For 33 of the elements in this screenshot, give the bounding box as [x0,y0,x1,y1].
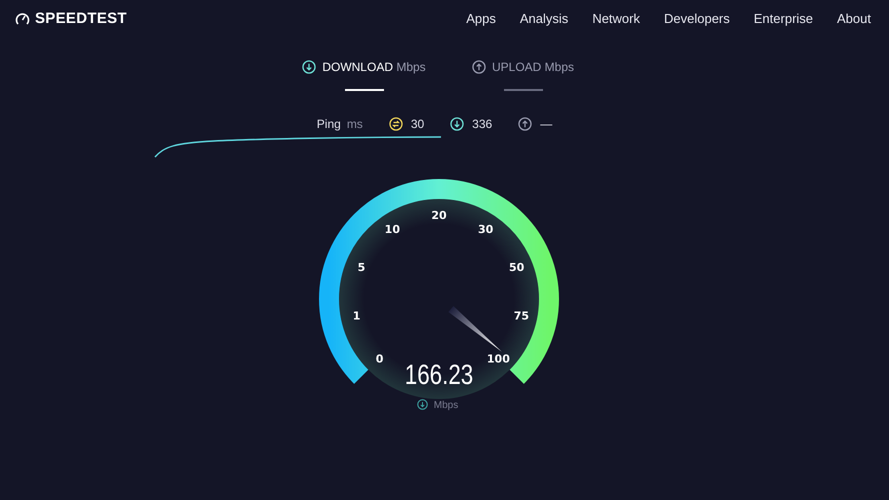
gauge-icon [15,12,30,24]
gauge-needle [448,306,502,352]
speed-unit: Mbps [433,400,458,411]
gauge-tick-label: 50 [508,260,524,274]
ping-unit: ms [346,117,363,131]
ping-label: Ping [316,117,341,131]
stat-value: — [540,117,552,131]
upload-icon [518,117,532,131]
nav-link[interactable]: Enterprise [754,10,814,26]
speed-value: 166.23 [404,360,473,391]
nav-link[interactable]: Network [592,10,640,26]
logo-text: SPEEDTEST [35,10,127,26]
nav-link[interactable]: Developers [664,10,730,26]
gauge-tick-label: 75 [513,309,529,322]
test-tab[interactable]: UPLOAD Mbps [460,56,586,91]
nav-link[interactable]: Analysis [520,10,568,26]
download-icon [450,117,464,131]
download-icon [302,60,316,74]
stat-value: 336 [472,117,492,131]
download-icon [417,400,427,410]
gauge-tick-label: 0 [375,352,383,366]
nav-link[interactable]: About [837,10,871,26]
upload-icon [472,60,486,74]
ping-icon [388,117,403,131]
gauge-tick-label: 20 [430,209,446,222]
stat-value: 30 [410,117,424,131]
gauge-tick-label: 5 [357,260,365,274]
nav-link[interactable]: Apps [466,10,496,26]
gauge-tick-label: 100 [486,352,510,366]
gauge-tick-label: 1 [352,309,360,322]
test-tab[interactable]: DOWNLOAD Mbps [302,56,426,91]
gauge-tick-label: 30 [478,223,493,236]
gauge-tick-label: 10 [384,223,400,236]
